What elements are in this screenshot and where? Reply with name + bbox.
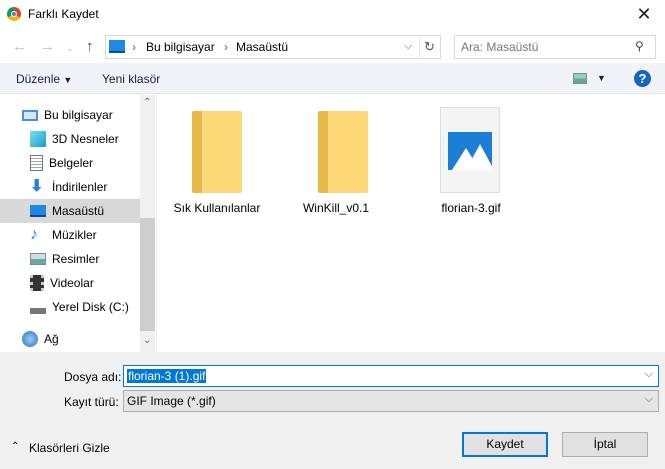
nav-item-resimler[interactable]: Resimler — [0, 247, 140, 271]
disk-icon — [30, 300, 46, 314]
video-icon — [30, 275, 44, 291]
music-icon: ♪ — [30, 226, 38, 243]
chevron-up-icon[interactable]: ⌃ — [11, 441, 19, 452]
download-icon: ⬇ — [30, 178, 44, 195]
window-title: Farklı Kaydet — [28, 7, 99, 21]
network-icon — [22, 331, 38, 347]
chevron-down-icon[interactable]: ⌵ — [645, 393, 653, 406]
view-options-icon[interactable] — [573, 73, 587, 84]
cube-icon — [30, 131, 46, 147]
title-bar: Farklı Kaydet ✕ — [0, 0, 665, 30]
help-icon[interactable]: ? — [634, 70, 651, 87]
filename-input[interactable]: florian-3 (1).gif ⌵ — [123, 365, 659, 387]
navigation-pane: Bu bilgisayar 3D Nesneler Belgeler ⬇ İndi… — [0, 95, 157, 352]
save-button[interactable]: Kaydet — [462, 432, 548, 457]
close-button[interactable]: ✕ — [632, 3, 656, 25]
filename-label: Dosya adı: — [64, 370, 122, 384]
nav-item-ag[interactable]: Ağ — [0, 327, 140, 351]
nav-item-muzikler[interactable]: ♪ Müzikler — [0, 223, 140, 247]
forward-icon[interactable]: → — [40, 38, 55, 55]
desktop-icon — [30, 205, 46, 217]
chevron-down-icon[interactable]: ⌵ — [404, 40, 412, 53]
scrollbar-thumb[interactable] — [140, 218, 155, 331]
nav-item-belgeler[interactable]: Belgeler — [0, 151, 140, 175]
new-folder-button[interactable]: Yeni klasör — [102, 72, 160, 86]
chevron-down-icon[interactable]: ⌵ — [645, 368, 653, 381]
nav-item-masaustu[interactable]: Masaüstü — [0, 199, 140, 223]
filetype-label: Kayıt türü: — [64, 395, 119, 409]
address-bar[interactable]: › Bu bilgisayar › Masaüstü ⌵ ↻ — [105, 35, 441, 59]
folder-icon — [192, 111, 242, 193]
up-icon[interactable]: ↑ — [86, 38, 94, 55]
scroll-down-icon[interactable]: ⌄ — [143, 335, 151, 346]
breadcrumb-masaustu[interactable]: Masaüstü — [236, 40, 288, 54]
document-icon — [30, 155, 43, 171]
nav-item-videolar[interactable]: Videolar — [0, 271, 140, 295]
computer-icon — [22, 109, 38, 121]
filetype-select[interactable]: GIF Image (*.gif) ⌵ — [123, 390, 659, 412]
nav-item-yerel-disk[interactable]: Yerel Disk (C:) — [0, 295, 140, 319]
image-file-icon — [440, 107, 500, 193]
organize-button[interactable]: Düzenle ▼ — [16, 72, 72, 86]
refresh-icon[interactable]: ↻ — [424, 39, 435, 55]
nav-item-indirilenler[interactable]: ⬇ İndirilenler — [0, 175, 140, 199]
search-icon[interactable]: ⚲ — [635, 39, 644, 53]
desktop-icon — [109, 40, 125, 53]
cancel-button[interactable]: İptal — [562, 432, 648, 457]
scroll-up-icon[interactable]: ⌃ — [143, 97, 151, 108]
view-dropdown-icon[interactable]: ▼ — [597, 73, 606, 83]
search-input[interactable]: Ara: Masaüstü ⚲ — [454, 35, 656, 59]
pictures-icon — [30, 253, 46, 265]
recent-chevron-icon[interactable]: ⌄ — [66, 43, 74, 54]
back-icon[interactable]: ← — [12, 38, 27, 55]
chrome-icon — [7, 7, 21, 21]
nav-item-3d-nesneler[interactable]: 3D Nesneler — [0, 127, 140, 151]
folder-icon — [318, 111, 368, 193]
nav-item-bu-bilgisayar[interactable]: Bu bilgisayar — [0, 103, 140, 127]
toolbar: Düzenle ▼ Yeni klasör ▼ ? — [0, 63, 665, 94]
breadcrumb-bu-bilgisayar[interactable]: Bu bilgisayar — [146, 40, 215, 54]
hide-folders-button[interactable]: Klasörleri Gizle — [29, 441, 110, 455]
